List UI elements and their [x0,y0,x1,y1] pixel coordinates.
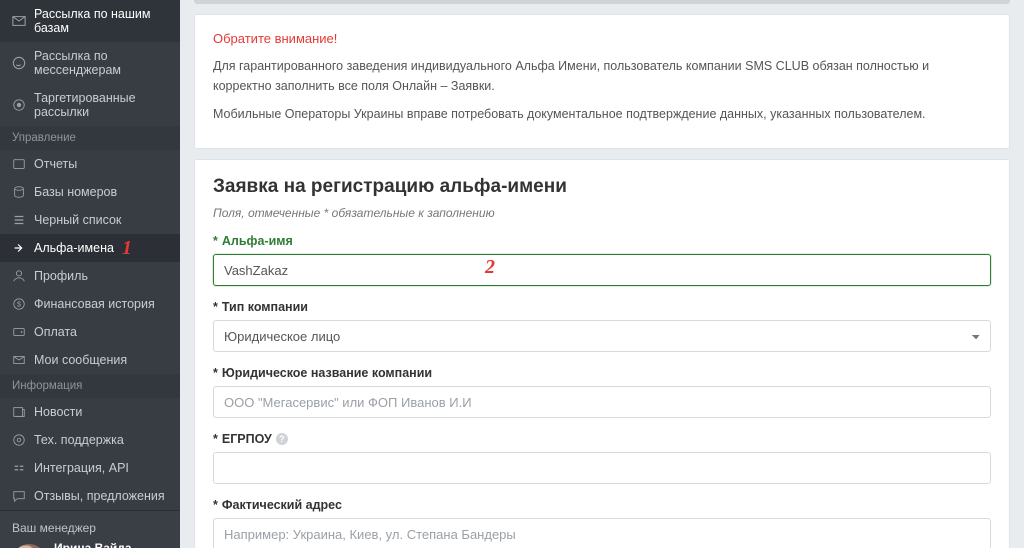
help-icon[interactable]: ? [276,433,288,445]
label-company-type: *Тип компании [213,300,991,314]
nav-label: Интеграция, API [34,461,129,475]
nav-label: Таргетированные рассылки [34,91,168,119]
report-icon [12,157,26,171]
alpha-name-input[interactable] [213,254,991,286]
manager-name: Ирина Вайда [54,541,166,548]
nav-label: Оплата [34,325,77,339]
nav-item-news[interactable]: Новости [0,398,180,426]
form-note: Поля, отмеченные * обязательные к заполн… [213,206,991,220]
nav-label: Рассылка по нашим базам [34,7,168,35]
notice-p1: Для гарантированного заведения индивидуа… [213,56,991,96]
nav-label: Профиль [34,269,88,283]
section-header-management: Управление [0,126,180,150]
nav-item-number-bases[interactable]: Базы номеров [0,178,180,206]
nav-label: Базы номеров [34,185,117,199]
nav-label: Отзывы, предложения [34,489,165,503]
comment-icon [12,489,26,503]
group-egrpou: *ЕГРПОУ ? [213,432,991,484]
nav-item-api[interactable]: Интеграция, API [0,454,180,482]
section-header-info: Информация [0,374,180,398]
nav-label: Финансовая история [34,297,155,311]
nav-item-profile[interactable]: Профиль [0,262,180,290]
nav-item-feedback[interactable]: Отзывы, предложения [0,482,180,510]
label-alpha: *Альфа-имя [213,234,991,248]
nav-label: Отчеты [34,157,77,171]
manager-title: Ваш менеджер [12,521,168,535]
main-panel: Обратите внимание! Для гарантированного … [180,0,1024,548]
envelope-icon [12,353,26,367]
whatsapp-icon [12,56,26,70]
nav-item-payment[interactable]: Оплата [0,318,180,346]
label-address: *Фактический адрес [213,498,991,512]
label-legal-name: *Юридическое название компании [213,366,991,380]
api-icon [12,461,26,475]
egrpou-input[interactable] [213,452,991,484]
nav-label: Новости [34,405,82,419]
form-card: Заявка на регистрацию альфа-имени Поля, … [194,159,1010,548]
money-icon: $ [12,297,26,311]
news-icon [12,405,26,419]
legal-name-input[interactable] [213,386,991,418]
group-address: *Фактический адрес [213,498,991,548]
nav-item-targeted[interactable]: Таргетированные рассылки [0,84,180,126]
nav-item-alpha-names[interactable]: Альфа-имена 1 [0,234,180,262]
notice-title: Обратите внимание! [213,31,991,46]
annotation-1: 1 [122,237,132,260]
avatar [12,544,46,548]
share-icon [12,241,26,255]
form-title: Заявка на регистрацию альфа-имени [213,176,991,198]
nav-label: Мои сообщения [34,353,127,367]
group-alpha: *Альфа-имя 2 [213,234,991,286]
notice-p2: Мобильные Операторы Украины вправе потре… [213,104,991,124]
nav-label: Тех. поддержка [34,433,124,447]
group-company-type: *Тип компании Юридическое лицо [213,300,991,352]
support-icon [12,433,26,447]
nav-label: Альфа-имена [34,241,114,255]
group-legal-name: *Юридическое название компании [213,366,991,418]
list-icon [12,213,26,227]
label-egrpou: *ЕГРПОУ ? [213,432,991,446]
nav-item-my-messages[interactable]: Мои сообщения [0,346,180,374]
target-icon [12,98,26,112]
database-icon [12,185,26,199]
nav-item-messengers[interactable]: Рассылка по мессенджерам [0,42,180,84]
notice-card: Обратите внимание! Для гарантированного … [194,14,1010,149]
sidebar: Рассылка по нашим базам Рассылка по месс… [0,0,180,548]
svg-text:$: $ [17,302,21,309]
nav-item-support[interactable]: Тех. поддержка [0,426,180,454]
nav-item-reports[interactable]: Отчеты [0,150,180,178]
nav-item-broadcast-bases[interactable]: Рассылка по нашим базам [0,0,180,42]
nav-item-blacklist[interactable]: Черный список [0,206,180,234]
address-input[interactable] [213,518,991,548]
company-type-select[interactable]: Юридическое лицо [213,320,991,352]
nav-item-finance-history[interactable]: $ Финансовая история [0,290,180,318]
nav-label: Черный список [34,213,121,227]
manager-box: Ваш менеджер Ирина Вайда 0 800 219 777 (… [0,510,180,548]
nav-label: Рассылка по мессенджерам [34,49,168,77]
user-icon [12,269,26,283]
mail-icon [12,14,26,28]
wallet-icon [12,325,26,339]
